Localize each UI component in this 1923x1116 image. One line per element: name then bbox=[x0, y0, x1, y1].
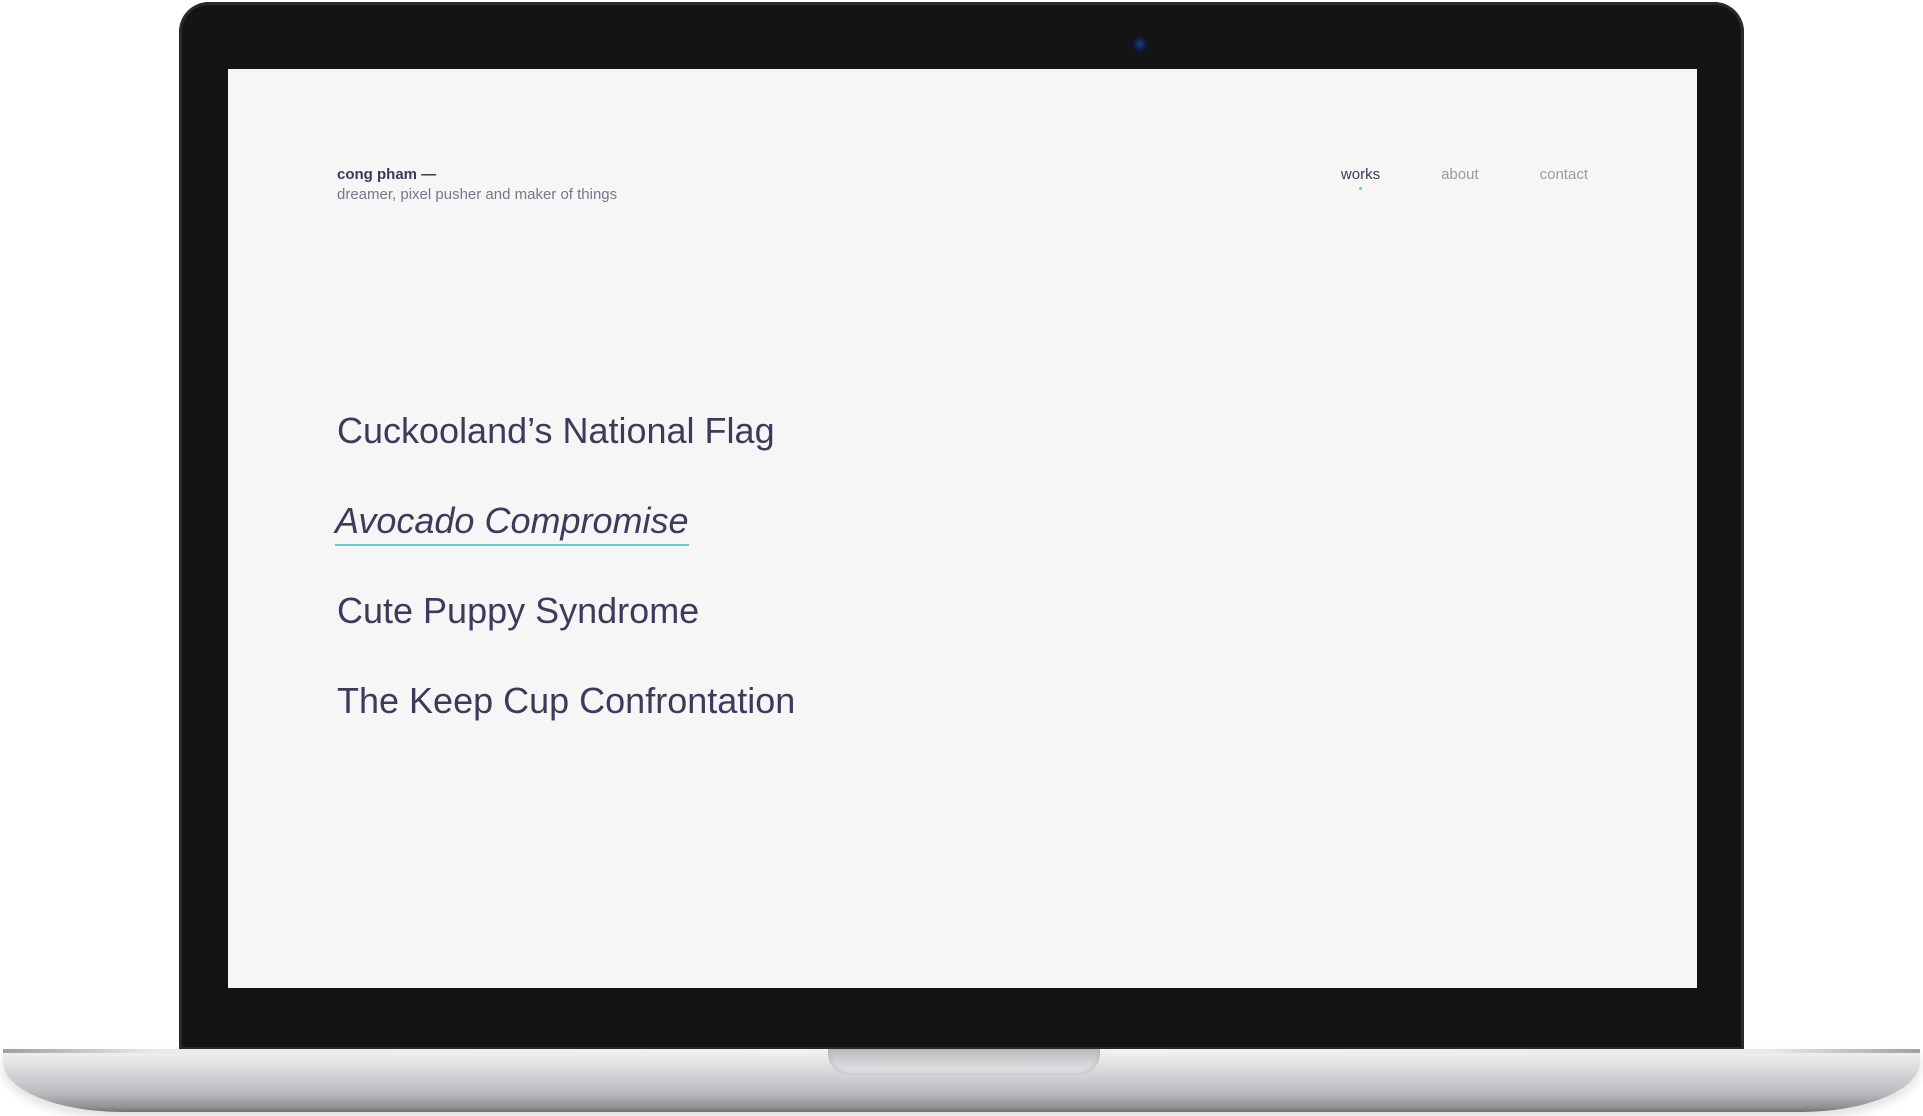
site-header-brand[interactable]: cong pham — dreamer, pixel pusher and ma… bbox=[337, 165, 617, 205]
active-indicator-dot bbox=[1359, 187, 1363, 190]
works-list: Cuckooland’s National Flag Avocado Compr… bbox=[335, 409, 795, 769]
work-link-cute-puppy[interactable]: Cute Puppy Syndrome bbox=[337, 589, 795, 633]
laptop-mockup: cong pham — dreamer, pixel pusher and ma… bbox=[0, 0, 1923, 1116]
list-item: Avocado Compromise bbox=[335, 499, 795, 589]
work-link-keep-cup[interactable]: The Keep Cup Confrontation bbox=[337, 679, 795, 723]
brand-name[interactable]: cong pham — bbox=[337, 165, 617, 185]
main-nav: works about contact bbox=[1340, 165, 1588, 190]
list-item: The Keep Cup Confrontation bbox=[337, 679, 795, 769]
nav-item-contact[interactable]: contact bbox=[1540, 165, 1588, 185]
laptop-base bbox=[3, 1049, 1920, 1112]
work-link-avocado[interactable]: Avocado Compromise bbox=[335, 499, 689, 546]
nav-item-works[interactable]: works bbox=[1340, 165, 1381, 190]
website-viewport: cong pham — dreamer, pixel pusher and ma… bbox=[228, 69, 1697, 988]
brand-tagline: dreamer, pixel pusher and maker of thing… bbox=[337, 186, 618, 203]
lid-opening-notch bbox=[828, 1049, 1100, 1075]
list-item: Cuckooland’s National Flag bbox=[337, 409, 795, 499]
work-link-cuckooland[interactable]: Cuckooland’s National Flag bbox=[337, 409, 795, 453]
nav-item-label: contact bbox=[1539, 166, 1588, 183]
nav-item-label: about bbox=[1441, 166, 1479, 183]
list-item: Cute Puppy Syndrome bbox=[337, 589, 795, 679]
webcam-icon bbox=[1132, 37, 1148, 53]
nav-item-label: works bbox=[1340, 166, 1381, 183]
nav-item-about[interactable]: about bbox=[1441, 165, 1479, 185]
